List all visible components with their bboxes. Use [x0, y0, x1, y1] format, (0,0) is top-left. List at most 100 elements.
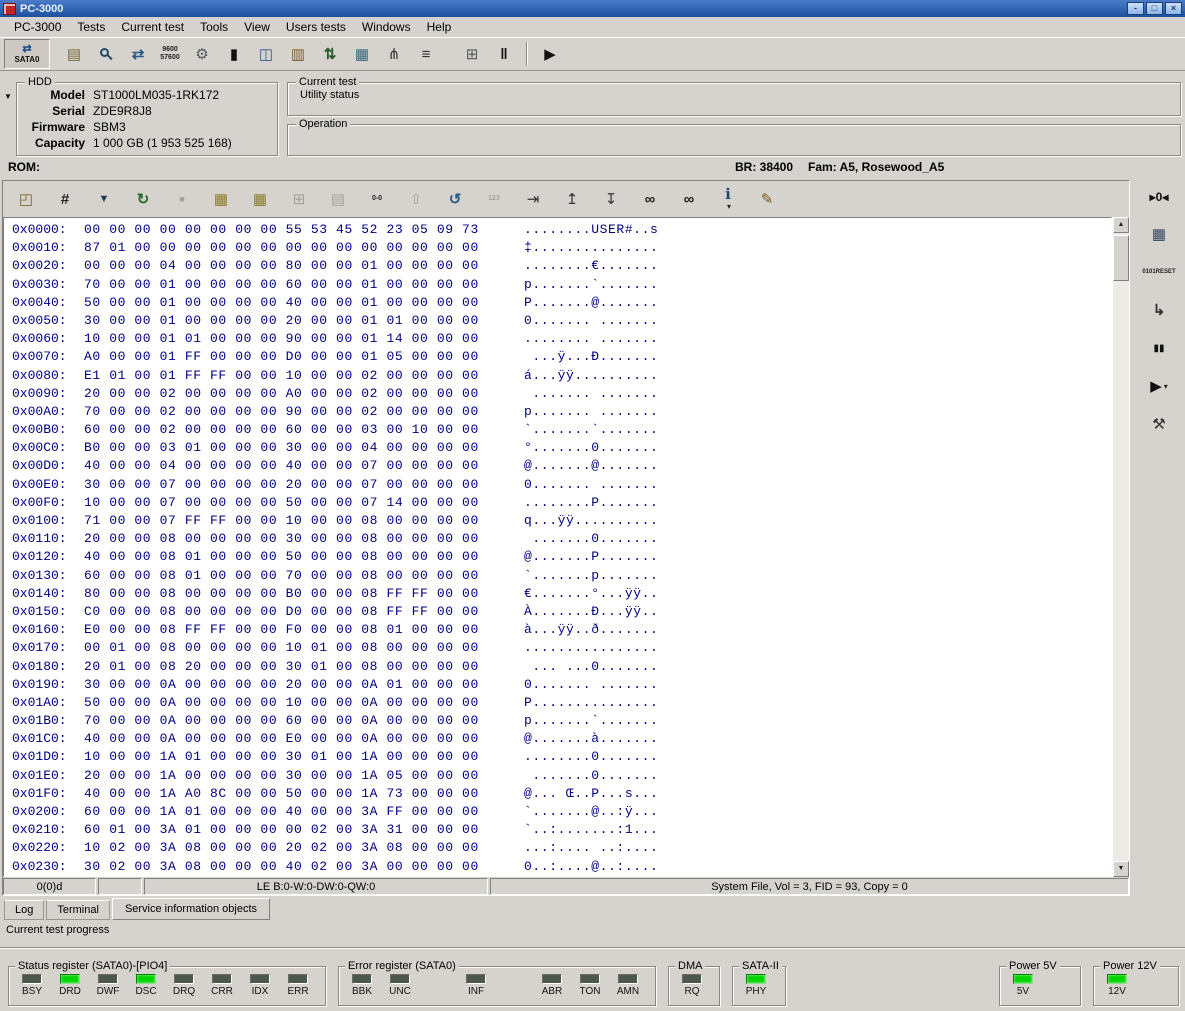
hex-row-0x0140[interactable]: 0x0140:80 00 00 08 00 00 00 00 B0 00 00 …: [12, 586, 1111, 604]
chip-window-icon[interactable]: ▦: [1142, 220, 1176, 249]
copy-pages-icon[interactable]: ⊞: [456, 40, 488, 68]
hex-row-0x01C0[interactable]: 0x01C0:40 00 00 0A 00 00 00 00 E0 00 00 …: [12, 731, 1111, 749]
hex-address[interactable]: 0x01B0:: [12, 713, 84, 728]
menu-windows[interactable]: Windows: [354, 18, 419, 36]
menu-current-test[interactable]: Current test: [113, 18, 192, 36]
hex-ascii[interactable]: @.......@.......: [524, 458, 658, 473]
hex-row-0x0200[interactable]: 0x0200:60 00 00 1A 01 00 00 00 40 00 00 …: [12, 804, 1111, 822]
hex-address[interactable]: 0x0170:: [12, 640, 84, 655]
hex-bytes[interactable]: 10 00 00 01 01 00 00 00 90 00 00 01 14 0…: [84, 331, 524, 346]
database-icon[interactable]: ‖: [488, 40, 520, 68]
hex-row-0x01A0[interactable]: 0x01A0:50 00 00 0A 00 00 00 00 10 00 00 …: [12, 695, 1111, 713]
scrollbar-down-button[interactable]: ▼: [1113, 861, 1129, 877]
hex-bytes[interactable]: 00 00 00 00 00 00 00 00 55 53 45 52 23 0…: [84, 222, 524, 237]
hex-ascii[interactable]: P...............: [524, 695, 658, 710]
hex-row-0x01D0[interactable]: 0x01D0:10 00 00 1A 01 00 00 00 30 01 00 …: [12, 749, 1111, 767]
connector-icon[interactable]: ↳: [1142, 296, 1176, 325]
hex-ascii[interactable]: @.......à.......: [524, 731, 658, 746]
hex-ascii[interactable]: ........0.......: [524, 749, 658, 764]
hex-bytes[interactable]: 87 01 00 00 00 00 00 00 00 00 00 00 00 0…: [84, 240, 524, 255]
hex-address[interactable]: 0x0200:: [12, 804, 84, 819]
hex-bytes[interactable]: 00 01 00 08 00 00 00 00 10 01 00 08 00 0…: [84, 640, 524, 655]
hex-bytes[interactable]: 30 00 00 0A 00 00 00 00 20 00 00 0A 01 0…: [84, 677, 524, 692]
menu-tests[interactable]: Tests: [69, 18, 113, 36]
tab-terminal[interactable]: Terminal: [46, 900, 110, 920]
menu-help[interactable]: Help: [419, 18, 460, 36]
hex-bytes[interactable]: 20 00 00 1A 00 00 00 00 30 00 00 1A 05 0…: [84, 768, 524, 783]
menu-users-tests[interactable]: Users tests: [278, 18, 354, 36]
hex-bytes[interactable]: E0 00 00 08 FF FF 00 00 F0 00 00 08 01 0…: [84, 622, 524, 637]
hex-bytes[interactable]: 40 00 00 1A A0 8C 00 00 50 00 00 1A 73 0…: [84, 786, 524, 801]
ata-zero-icon[interactable]: ▸0◂: [1142, 182, 1176, 211]
hex-ascii[interactable]: `..:.......:1...: [524, 822, 658, 837]
hex-row-0x0100[interactable]: 0x0100:71 00 00 07 FF FF 00 00 10 00 00 …: [12, 513, 1111, 531]
hex-address[interactable]: 0x01A0:: [12, 695, 84, 710]
hex-row-0x0230[interactable]: 0x0230:30 02 00 3A 08 00 00 00 40 02 00 …: [12, 859, 1111, 877]
hex-ascii[interactable]: .......0.......: [524, 768, 658, 783]
hex-row-0x0010[interactable]: 0x0010:87 01 00 00 00 00 00 00 00 00 00 …: [12, 240, 1111, 258]
hex-ascii[interactable]: ........P.......: [524, 495, 658, 510]
hex-ascii[interactable]: p.......`.......: [524, 277, 658, 292]
hex-bytes[interactable]: 80 00 00 08 00 00 00 00 B0 00 00 08 FF F…: [84, 586, 524, 601]
hex-row-0x0190[interactable]: 0x0190:30 00 00 0A 00 00 00 00 20 00 00 …: [12, 677, 1111, 695]
hex-address[interactable]: 0x0080:: [12, 368, 84, 383]
hex-bytes[interactable]: 40 00 00 04 00 00 00 00 40 00 00 07 00 0…: [84, 458, 524, 473]
hex-ascii[interactable]: ‡...............: [524, 240, 658, 255]
load-object-icon[interactable]: ◰: [11, 186, 41, 212]
hex-bytes[interactable]: 60 00 00 08 01 00 00 00 70 00 00 08 00 0…: [84, 568, 524, 583]
hex-ascii[interactable]: ... ...0.......: [524, 659, 658, 674]
hex-address[interactable]: 0x0070:: [12, 349, 84, 364]
hex-ascii[interactable]: ...ÿ...Ð.......: [524, 349, 658, 364]
hex-address[interactable]: 0x0100:: [12, 513, 84, 528]
script-list-icon[interactable]: ≡: [410, 40, 442, 68]
search-next-icon[interactable]: ∞: [674, 186, 704, 212]
hex-bytes[interactable]: 50 00 00 01 00 00 00 00 40 00 00 01 00 0…: [84, 295, 524, 310]
hex-address[interactable]: 0x0190:: [12, 677, 84, 692]
tab-service-information-objects[interactable]: Service information objects: [112, 898, 270, 920]
save-icon[interactable]: ▦: [206, 186, 236, 212]
hex-address[interactable]: 0x0040:: [12, 295, 84, 310]
hex-row-0x0040[interactable]: 0x0040:50 00 00 01 00 00 00 00 40 00 00 …: [12, 295, 1111, 313]
hex-ascii[interactable]: p.......`.......: [524, 713, 658, 728]
hex-address[interactable]: 0x0110:: [12, 531, 84, 546]
menu-view[interactable]: View: [236, 18, 278, 36]
hex-ascii[interactable]: @... Œ..P...s...: [524, 786, 658, 801]
hex-bytes[interactable]: 30 00 00 01 00 00 00 00 20 00 00 01 01 0…: [84, 313, 524, 328]
process-gear-icon[interactable]: ⚙: [186, 40, 218, 68]
hex-row-0x0070[interactable]: 0x0070:A0 00 00 01 FF 00 00 00 D0 00 00 …: [12, 349, 1111, 367]
port-select-arrow[interactable]: ▼: [4, 92, 12, 101]
hex-row-0x00F0[interactable]: 0x00F0:10 00 00 07 00 00 00 00 50 00 00 …: [12, 495, 1111, 513]
hex-address[interactable]: 0x0140:: [12, 586, 84, 601]
address-grid-icon[interactable]: #: [50, 186, 80, 212]
hex-row-0x0110[interactable]: 0x0110:20 00 00 08 00 00 00 00 30 00 00 …: [12, 531, 1111, 549]
hex-ascii[interactable]: q...ÿÿ..........: [524, 513, 658, 528]
hex-row-0x00D0[interactable]: 0x00D0:40 00 00 04 00 00 00 00 40 00 00 …: [12, 458, 1111, 476]
tools-icon[interactable]: ⚒: [1142, 410, 1176, 439]
hex-row-0x0150[interactable]: 0x0150:C0 00 00 08 00 00 00 00 D0 00 00 …: [12, 604, 1111, 622]
hex-ascii[interactable]: ...:.... ..:....: [524, 840, 658, 855]
hex-bytes[interactable]: 30 02 00 3A 08 00 00 00 40 02 00 3A 00 0…: [84, 859, 524, 874]
hex-ascii[interactable]: À.......Ð...ÿÿ..: [524, 604, 658, 619]
object-info-icon[interactable]: ℹ▾: [713, 186, 743, 212]
hex-ascii[interactable]: p....... .......: [524, 404, 658, 419]
hex-address[interactable]: 0x0020:: [12, 258, 84, 273]
hex-ascii[interactable]: °.......0.......: [524, 440, 658, 455]
hex-bytes[interactable]: 40 00 00 08 01 00 00 00 50 00 00 08 00 0…: [84, 549, 524, 564]
hex-row-0x01B0[interactable]: 0x01B0:70 00 00 0A 00 00 00 00 60 00 00 …: [12, 713, 1111, 731]
hex-ascii[interactable]: €.......°...ÿÿ..: [524, 586, 658, 601]
hex-address[interactable]: 0x0210:: [12, 822, 84, 837]
hex-row-0x01E0[interactable]: 0x01E0:20 00 00 1A 00 00 00 00 30 00 00 …: [12, 768, 1111, 786]
hex-ascii[interactable]: 0....... .......: [524, 313, 658, 328]
hex-ascii[interactable]: `.......p.......: [524, 568, 658, 583]
next-object-icon[interactable]: ↧: [596, 186, 626, 212]
scrollbar-up-button[interactable]: ▲: [1113, 217, 1129, 233]
filter-down-icon[interactable]: ▼: [89, 186, 119, 212]
branch-icon[interactable]: ⋔: [378, 40, 410, 68]
edit-icon[interactable]: ✎: [752, 186, 782, 212]
hex-address[interactable]: 0x01C0:: [12, 731, 84, 746]
menu-pc-3000[interactable]: PC-3000: [6, 18, 69, 36]
run-button[interactable]: ▶: [534, 40, 566, 68]
hex-bytes[interactable]: 60 00 00 02 00 00 00 00 60 00 00 03 00 1…: [84, 422, 524, 437]
hex-ascii[interactable]: à...ÿÿ..ð.......: [524, 622, 658, 637]
hex-row-0x0060[interactable]: 0x0060:10 00 00 01 01 00 00 00 90 00 00 …: [12, 331, 1111, 349]
